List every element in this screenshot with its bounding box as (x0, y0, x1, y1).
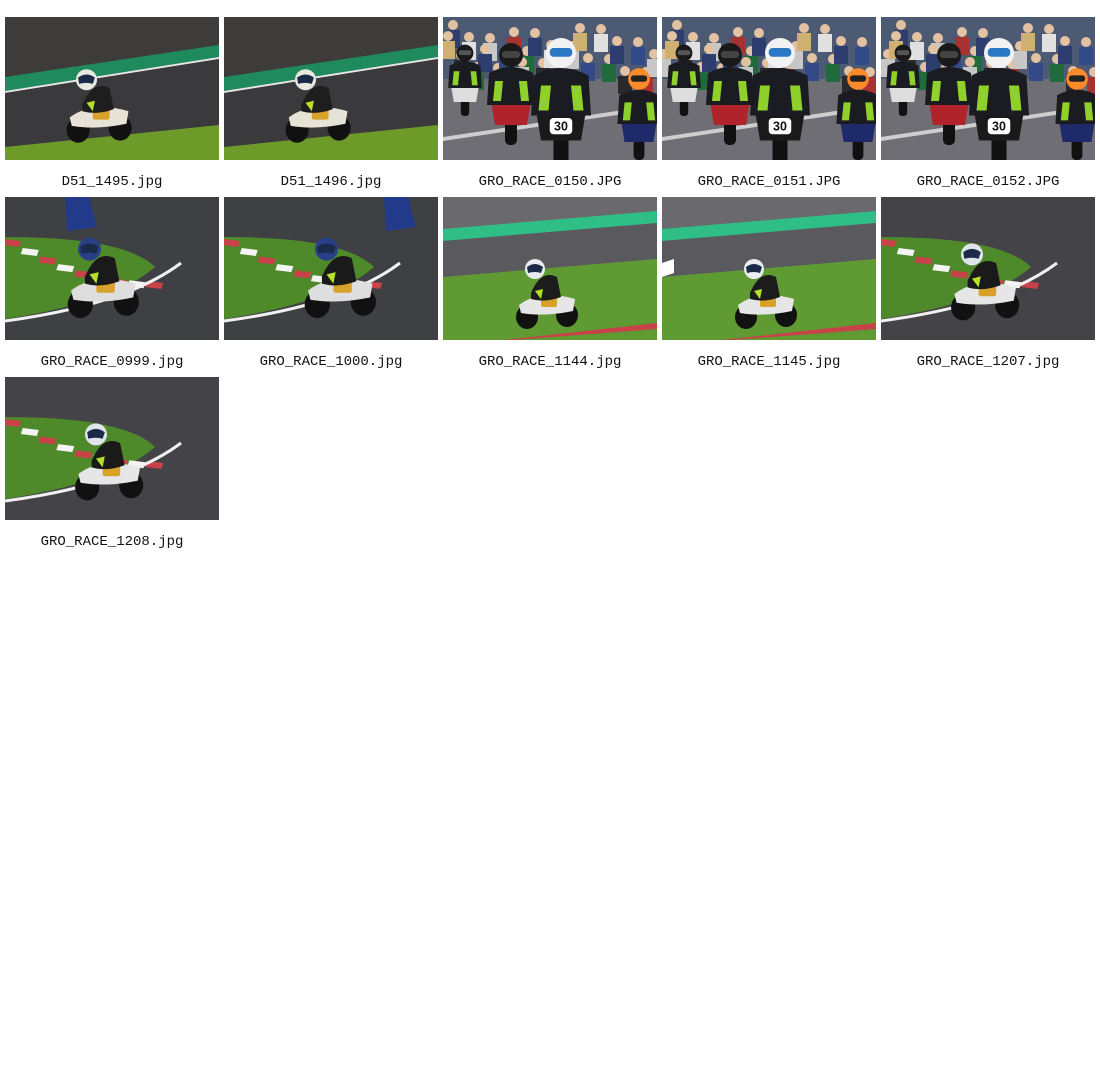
gallery-item[interactable]: GRO_RACE_1208.jpg (5, 377, 219, 557)
gallery-item[interactable]: GRO_RACE_1145.jpg (662, 197, 876, 377)
svg-text:30: 30 (554, 120, 568, 134)
filename-label[interactable]: GRO_RACE_1208.jpg (5, 534, 219, 550)
thumbnail-image[interactable] (224, 17, 438, 160)
thumbnail-image[interactable] (5, 197, 219, 340)
thumbnail-image[interactable] (5, 17, 219, 160)
svg-text:30: 30 (992, 120, 1006, 134)
thumbnail-image[interactable]: 30 (881, 17, 1095, 160)
gallery-item[interactable]: 30 GRO_RACE_0150.JPG (443, 17, 657, 197)
filename-label[interactable]: GRO_RACE_0152.JPG (881, 174, 1095, 190)
filename-label[interactable]: GRO_RACE_1000.jpg (224, 354, 438, 370)
gallery-item[interactable]: 30 GRO_RACE_0152.JPG (881, 17, 1095, 197)
filename-label[interactable]: GRO_RACE_1145.jpg (662, 354, 876, 370)
thumbnail-image[interactable] (662, 197, 876, 340)
filename-label[interactable]: GRO_RACE_0151.JPG (662, 174, 876, 190)
filename-label[interactable]: GRO_RACE_0999.jpg (5, 354, 219, 370)
filename-label[interactable]: D51_1495.jpg (5, 174, 219, 190)
thumbnail-image[interactable] (881, 197, 1095, 340)
thumbnail-image[interactable] (224, 197, 438, 340)
filename-label[interactable]: GRO_RACE_0150.JPG (443, 174, 657, 190)
gallery-item[interactable]: 30 GRO_RACE_0151.JPG (662, 17, 876, 197)
gallery-item[interactable]: D51_1495.jpg (5, 17, 219, 197)
gallery-item[interactable]: D51_1496.jpg (224, 17, 438, 197)
gallery-item[interactable]: GRO_RACE_1144.jpg (443, 197, 657, 377)
thumbnail-image[interactable] (443, 197, 657, 340)
thumbnail-image[interactable]: 30 (662, 17, 876, 160)
svg-text:30: 30 (773, 120, 787, 134)
filename-label[interactable]: GRO_RACE_1144.jpg (443, 354, 657, 370)
thumbnail-image[interactable]: 30 (443, 17, 657, 160)
gallery-item[interactable]: GRO_RACE_0999.jpg (5, 197, 219, 377)
filename-label[interactable]: GRO_RACE_1207.jpg (881, 354, 1095, 370)
filename-label[interactable]: D51_1496.jpg (224, 174, 438, 190)
gallery-item[interactable]: GRO_RACE_1207.jpg (881, 197, 1095, 377)
gallery-item[interactable]: GRO_RACE_1000.jpg (224, 197, 438, 377)
thumbnail-image[interactable] (5, 377, 219, 520)
